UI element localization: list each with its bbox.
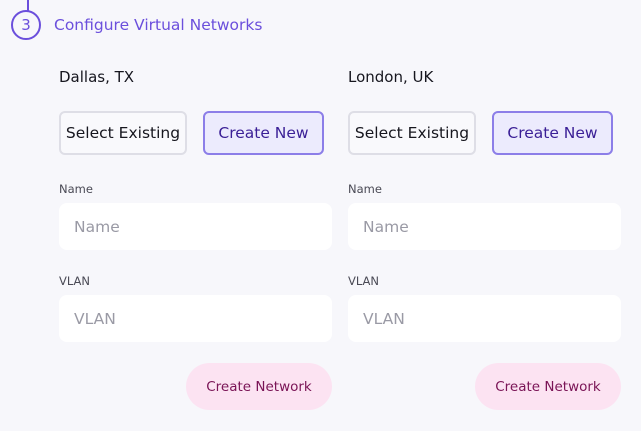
step-title: Configure Virtual Networks bbox=[54, 16, 263, 34]
configure-virtual-networks-step: 3 Configure Virtual Networks Dallas, TX … bbox=[0, 0, 641, 431]
create-network-button[interactable]: Create Network bbox=[475, 363, 621, 410]
name-field-label: Name bbox=[348, 182, 382, 196]
name-input[interactable] bbox=[348, 203, 621, 250]
step-number-badge: 3 bbox=[11, 10, 41, 40]
create-network-button[interactable]: Create Network bbox=[186, 363, 332, 410]
name-field-label: Name bbox=[59, 182, 93, 196]
create-new-button[interactable]: Create New bbox=[492, 111, 613, 155]
location-name: Dallas, TX bbox=[59, 68, 135, 86]
vlan-field-label: VLAN bbox=[59, 274, 91, 288]
vlan-input[interactable] bbox=[59, 295, 332, 342]
location-name: London, UK bbox=[348, 68, 434, 86]
select-existing-button[interactable]: Select Existing bbox=[348, 111, 476, 155]
vlan-field-label: VLAN bbox=[348, 274, 380, 288]
select-existing-button[interactable]: Select Existing bbox=[59, 111, 187, 155]
name-input[interactable] bbox=[59, 203, 332, 250]
create-new-button[interactable]: Create New bbox=[203, 111, 324, 155]
vlan-input[interactable] bbox=[348, 295, 621, 342]
